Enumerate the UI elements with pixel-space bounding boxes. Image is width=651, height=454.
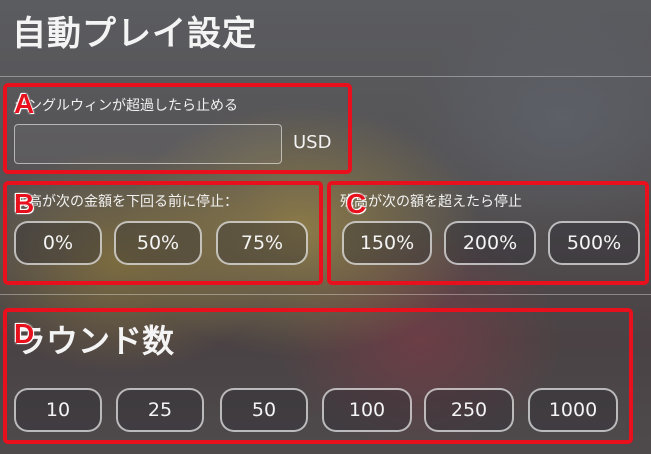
annotation-box-b <box>3 181 323 285</box>
annotation-box-a <box>3 83 352 174</box>
header-divider <box>0 76 651 77</box>
annotation-box-c <box>327 181 649 285</box>
annotation-label-a: A <box>14 88 35 119</box>
section-divider <box>0 294 651 295</box>
annotation-label-d: D <box>14 318 35 349</box>
annotation-label-b: B <box>14 188 35 219</box>
annotation-label-c: C <box>346 188 367 219</box>
page-title: 自動プレイ設定 <box>12 14 257 54</box>
annotation-box-d <box>3 308 633 444</box>
